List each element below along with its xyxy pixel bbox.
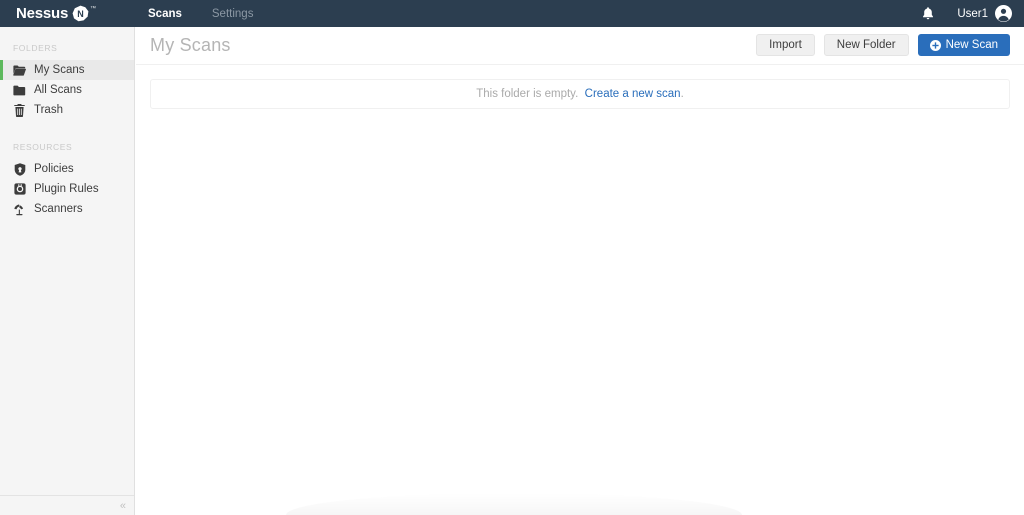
nav-link-scans[interactable]: Scans [148,8,182,20]
sidebar-item-scanners[interactable]: Scanners [0,199,134,219]
chevron-double-left-icon: « [119,499,126,512]
main-content: My Scans Import New Folder New Scan This… [136,27,1024,515]
trademark-symbol: ™ [90,6,97,12]
nessus-app-window: Nessus N ™ Scans Settings User1 FOLDERS … [0,0,1024,515]
sidebar-section-title-folders: FOLDERS [13,43,58,53]
new-scan-label: New Scan [945,39,998,51]
header-action-buttons: Import New Folder New Scan [747,34,1010,56]
svg-text:N: N [77,9,84,19]
trash-icon [13,103,26,117]
shield-icon [13,162,26,176]
folder-open-icon [13,64,26,77]
sidebar-item-my-scans[interactable]: My Scans [0,60,134,80]
nessus-logo-icon: N [72,5,89,22]
sidebar-item-all-scans[interactable]: All Scans [0,80,134,100]
plus-circle-icon [929,39,941,51]
sidebar-item-policies[interactable]: Policies [0,159,134,179]
import-button[interactable]: Import [756,34,815,56]
sidebar: FOLDERS My Scans All Scans Trash RESOURC… [0,27,135,515]
sidebar-item-label: Trash [34,104,63,116]
empty-folder-panel: This folder is empty. Create a new scan. [150,79,1010,109]
content-body: This folder is empty. Create a new scan. [136,65,1024,109]
sidebar-item-label: All Scans [34,84,82,96]
brand-wordmark: Nessus [16,5,69,22]
empty-state-trailing: . [680,88,684,100]
sidebar-item-label: Scanners [34,203,83,215]
nav-link-settings[interactable]: Settings [212,8,254,20]
folder-icon [13,84,26,97]
sidebar-item-trash[interactable]: Trash [0,100,134,120]
new-folder-button[interactable]: New Folder [823,34,909,56]
plugin-rules-icon [13,183,26,196]
radar-dish-icon [13,203,26,216]
new-scan-button[interactable]: New Scan [917,34,1010,56]
user-avatar-icon[interactable] [995,5,1012,22]
brand-logo[interactable]: Nessus N ™ [16,5,126,22]
empty-state-message: This folder is empty. Create a new scan. [476,88,684,100]
sidebar-item-label: Policies [34,163,74,175]
user-name-label: User1 [957,7,988,20]
sidebar-item-label: Plugin Rules [34,183,99,195]
page-title: My Scans [150,34,231,55]
page-header: My Scans Import New Folder New Scan [136,27,1024,65]
topnav-right-cluster: User1 [921,0,1012,27]
primary-nav-links: Scans Settings [148,8,283,20]
sidebar-item-label: My Scans [34,64,85,76]
top-navigation-bar: Nessus N ™ Scans Settings User1 [0,0,1024,27]
bell-icon[interactable] [921,6,935,21]
create-new-scan-link[interactable]: Create a new scan [585,88,681,100]
sidebar-collapse-button[interactable]: « [0,495,134,515]
empty-state-text: This folder is empty. [476,88,579,100]
sidebar-section-title-resources: RESOURCES [13,142,73,152]
sidebar-item-plugin-rules[interactable]: Plugin Rules [0,179,134,199]
